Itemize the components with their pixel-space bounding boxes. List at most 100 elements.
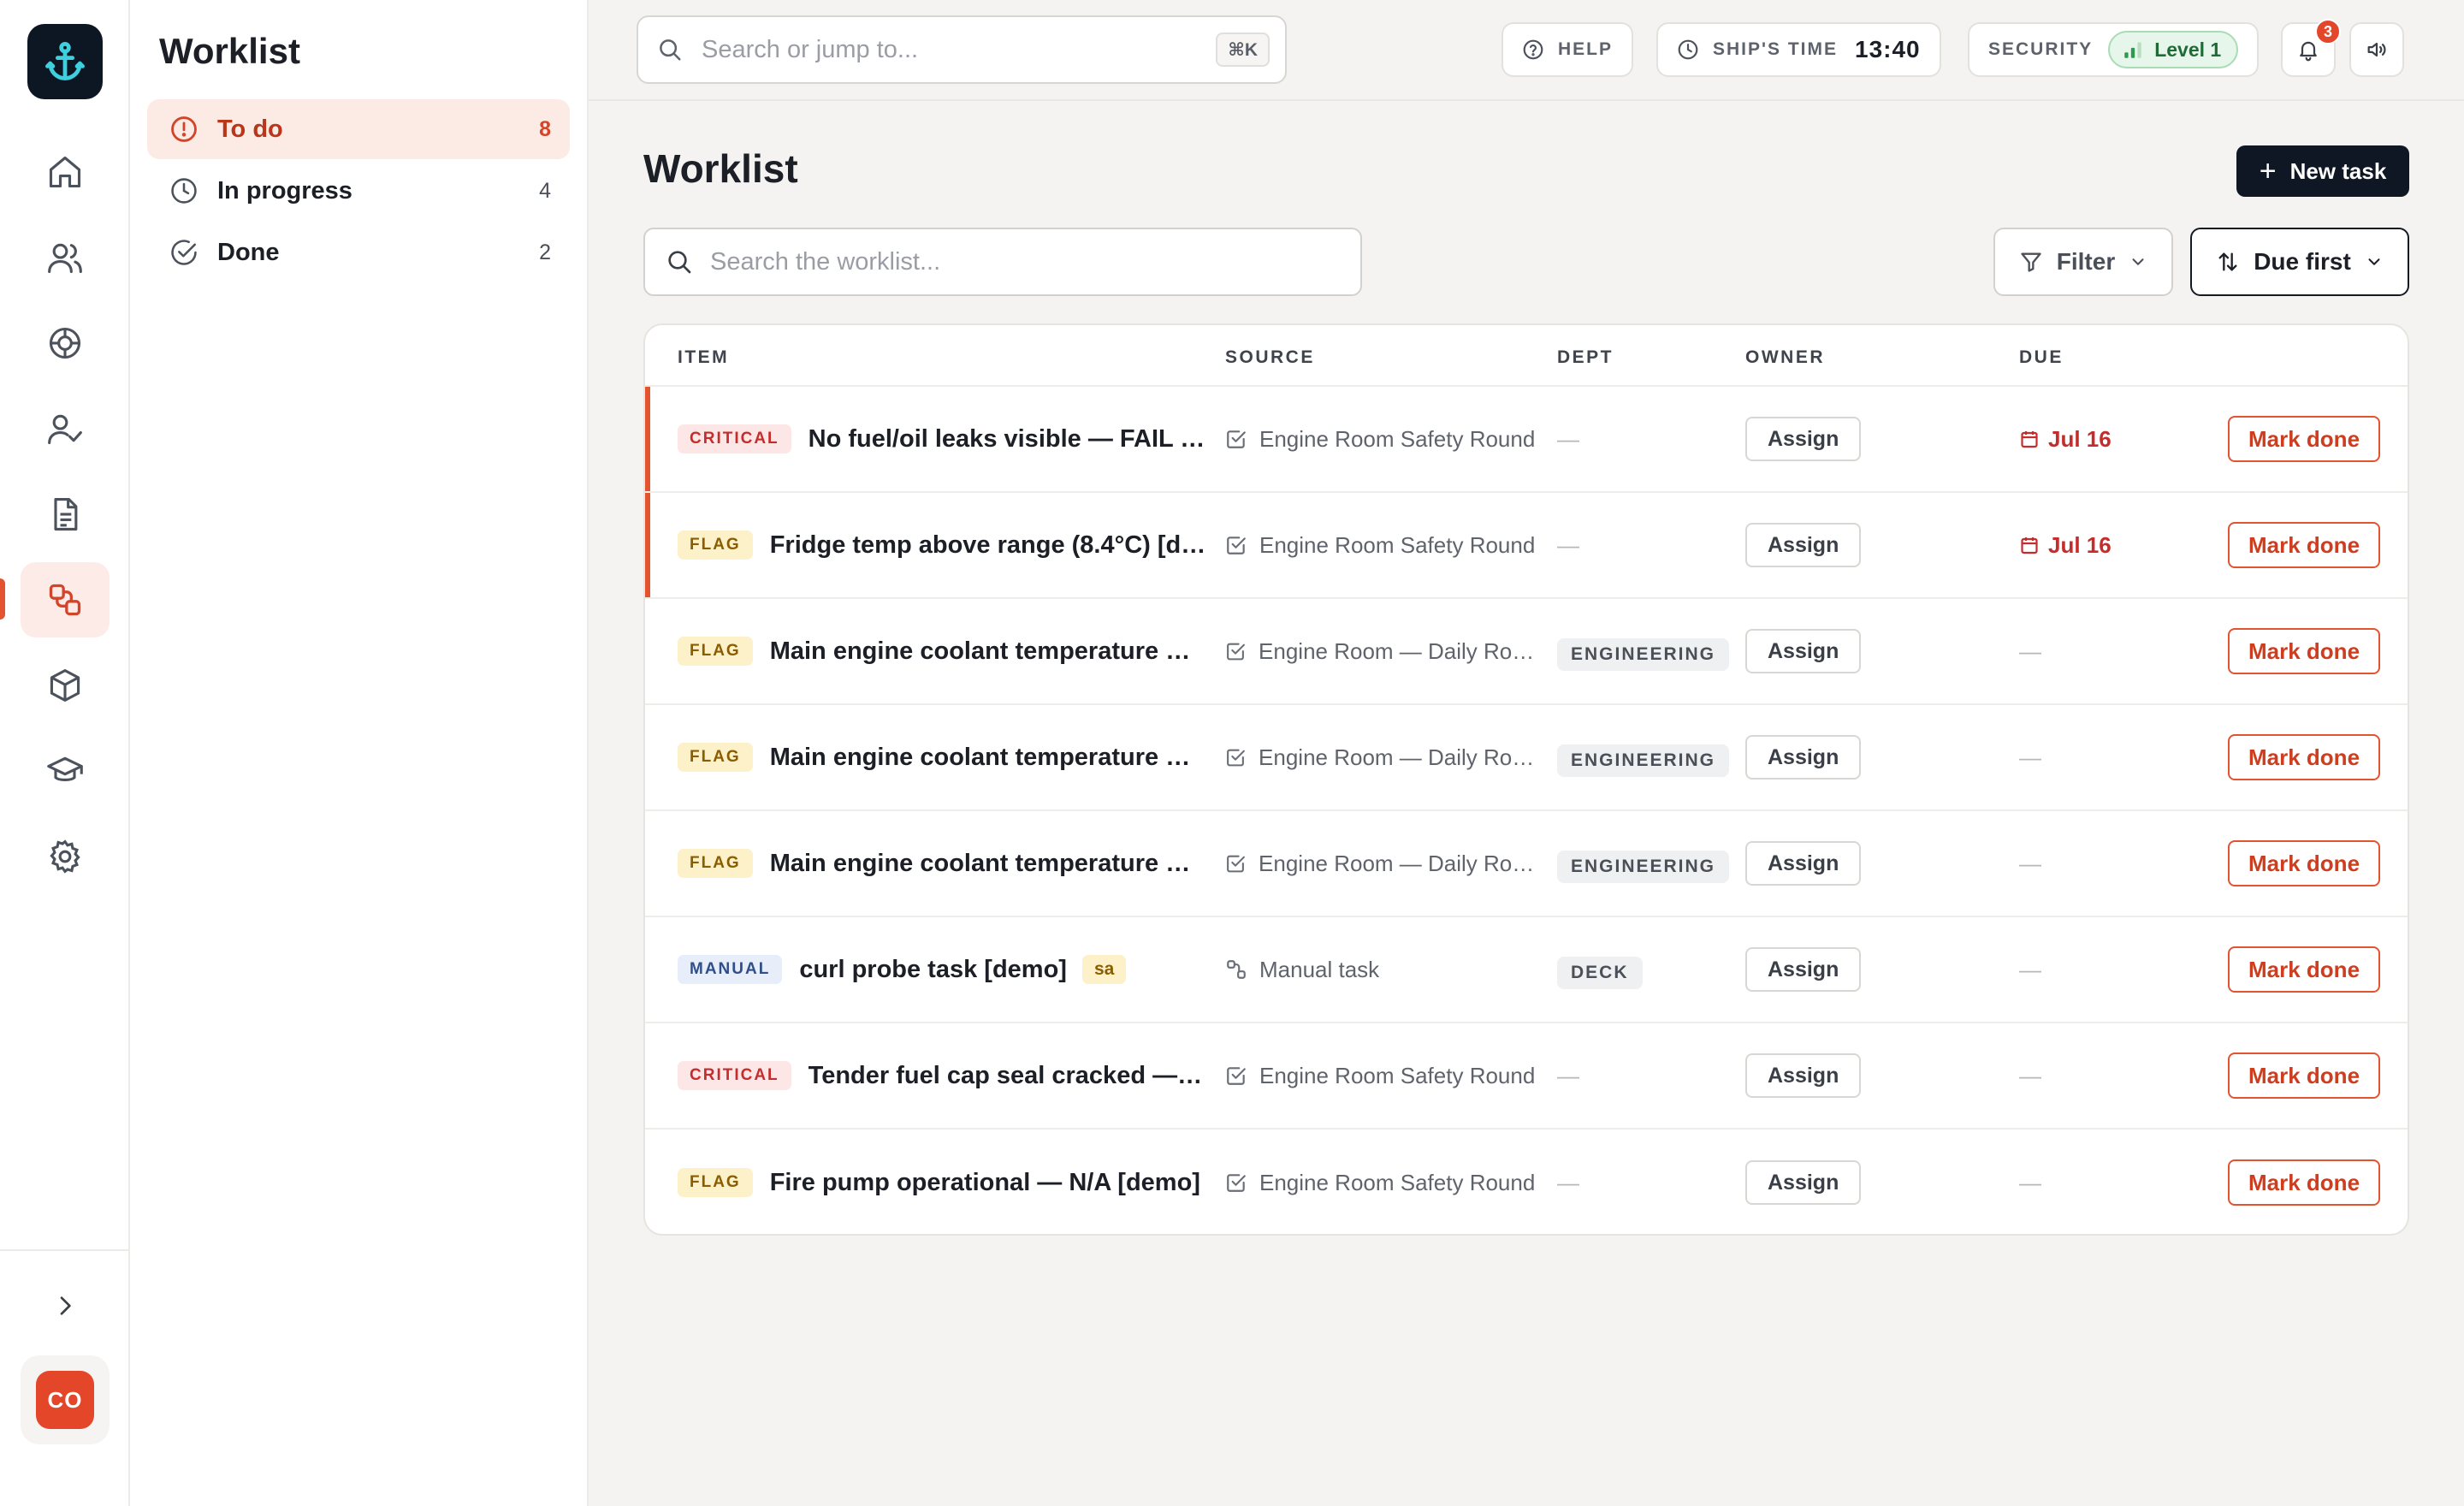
assign-button[interactable]: Assign [1745, 1053, 1862, 1098]
calendar-icon [2021, 537, 2038, 554]
sidebar-item-to-do[interactable]: To do 8 [147, 99, 570, 159]
worklist-sidebar: Worklist To do 8 In progress 4 Done 2 [130, 0, 589, 1506]
assign-button[interactable]: Assign [1745, 841, 1862, 886]
owner-cell: Assign [1745, 599, 1862, 703]
item-title[interactable]: No fuel/oil leaks visible — FAIL [demo] [808, 425, 1208, 454]
table-row[interactable]: FLAG Fire pump operational — N/A [demo] En… [645, 1130, 2408, 1234]
mark-done-button[interactable]: Mark done [2228, 628, 2381, 674]
source-cell[interactable]: Engine Room Safety Round [1225, 387, 1538, 491]
rail-safety[interactable] [21, 305, 110, 381]
worklist-search-input[interactable] [710, 247, 1340, 276]
dept-cell: — [1557, 1130, 1737, 1234]
global-search[interactable]: ⌘K [637, 15, 1287, 84]
item-title[interactable]: Main engine coolant temperature — high [… [770, 850, 1208, 878]
workflow-icon [49, 584, 81, 616]
sidebar-item-done[interactable]: Done 2 [147, 222, 570, 282]
sound-button[interactable] [2349, 22, 2404, 77]
dept-badge: DECK [1557, 957, 1643, 989]
security-status[interactable]: SECURITY Level 1 [1968, 22, 2260, 77]
dept-cell: — [1557, 1023, 1737, 1128]
table-row[interactable]: FLAG Main engine coolant temperature — hi… [645, 705, 2408, 811]
global-search-input[interactable] [702, 35, 1217, 64]
expand-sidebar-button[interactable] [38, 1285, 92, 1326]
rail-divider [0, 1249, 128, 1251]
sort-label: Due first [2254, 248, 2351, 275]
source-cell[interactable]: Engine Room — Daily Round [1225, 811, 1538, 916]
cube-icon [50, 669, 80, 702]
owner-cell: Assign [1745, 705, 1862, 809]
table-header: ITEM SOURCE DEPT OWNER DUE [645, 325, 2408, 387]
mark-done-button[interactable]: Mark done [2228, 840, 2381, 886]
table-row[interactable]: CRITICAL No fuel/oil leaks visible — FAIL… [645, 387, 2408, 493]
action-cell: Mark done [2228, 387, 2381, 491]
source-cell[interactable]: Manual task [1225, 917, 1538, 1022]
item-title[interactable]: Fire pump operational — N/A [demo] [770, 1169, 1200, 1197]
mark-done-button[interactable]: Mark done [2228, 522, 2381, 568]
table-row[interactable]: MANUAL curl probe task [demo] sa Manual tas… [645, 917, 2408, 1023]
action-cell: Mark done [2228, 599, 2381, 703]
source-cell[interactable]: Engine Room Safety Round [1225, 1023, 1538, 1128]
due-cell: — [2019, 1130, 2041, 1234]
item-title[interactable]: Tender fuel cap seal cracked — replace [… [808, 1062, 1208, 1090]
item-cell: CRITICAL No fuel/oil leaks visible — FAIL… [678, 387, 1208, 491]
item-cell: CRITICAL Tender fuel cap seal cracked — r… [678, 1023, 1208, 1128]
sidebar-item-in-progress[interactable]: In progress 4 [147, 161, 570, 221]
rail-worklist[interactable] [21, 562, 110, 637]
notifications-button[interactable]: 3 [2281, 19, 2341, 77]
top-bar: ⌘K HELP SHIP'S TIME 13:40 SECURITY Level… [589, 0, 2464, 101]
empty-value: — [2019, 1169, 2041, 1195]
assign-button[interactable]: Assign [1745, 417, 1862, 461]
table-row[interactable]: FLAG Main engine coolant temperature — hi… [645, 599, 2408, 705]
assign-button[interactable]: Assign [1745, 947, 1862, 992]
rail-training[interactable] [21, 733, 110, 809]
item-title[interactable]: Fridge temp above range (8.4°C) [demo] [770, 531, 1208, 560]
table-row[interactable]: CRITICAL Tender fuel cap seal cracked — r… [645, 1023, 2408, 1130]
rail-home[interactable] [21, 134, 110, 210]
mark-done-button[interactable]: Mark done [2228, 1052, 2381, 1099]
keyboard-shortcut: ⌘K [1216, 33, 1270, 67]
item-title[interactable]: Main engine coolant temperature — high [… [770, 637, 1208, 666]
rail-documents[interactable] [21, 477, 110, 552]
item-title[interactable]: curl probe task [demo] [799, 956, 1067, 984]
source-text: Engine Room — Daily Round [1259, 744, 1538, 770]
assign-button[interactable]: Assign [1745, 523, 1862, 567]
mark-done-button[interactable]: Mark done [2228, 416, 2381, 462]
new-task-button[interactable]: + New task [2236, 145, 2409, 197]
owner-cell: Assign [1745, 1023, 1862, 1128]
source-cell[interactable]: Engine Room Safety Round [1225, 493, 1538, 597]
filter-button[interactable]: Filter [1993, 228, 2173, 296]
table-row[interactable]: FLAG Fridge temp above range (8.4°C) [dem… [645, 493, 2408, 599]
rail-inventory[interactable] [21, 648, 110, 723]
worklist-search[interactable] [643, 228, 1362, 296]
rail-assignments[interactable] [21, 391, 110, 466]
mark-done-button[interactable]: Mark done [2228, 946, 2381, 993]
mark-done-button[interactable]: Mark done [2228, 1159, 2381, 1206]
item-title[interactable]: Main engine coolant temperature — high [… [770, 744, 1208, 772]
rail-settings[interactable] [21, 819, 110, 894]
help-button[interactable]: HELP [1502, 22, 1634, 77]
source-cell[interactable]: Engine Room — Daily Round [1225, 599, 1538, 703]
source-text: Engine Room Safety Round [1259, 1169, 1536, 1195]
sort-dropdown[interactable]: Due first [2190, 228, 2409, 296]
sidebar-item-label: Done [217, 238, 280, 266]
mark-done-button[interactable]: Mark done [2228, 734, 2381, 780]
action-cell: Mark done [2228, 917, 2381, 1022]
anchor-logo-icon[interactable] [27, 24, 103, 99]
source-cell[interactable]: Engine Room — Daily Round [1225, 705, 1538, 809]
new-task-label: New task [2289, 157, 2387, 184]
checklist-icon [1227, 1067, 1246, 1085]
empty-value: — [2019, 744, 2041, 770]
assign-button[interactable]: Assign [1745, 629, 1862, 673]
search-icon [668, 251, 691, 274]
assign-button[interactable]: Assign [1745, 735, 1862, 780]
rail-crew[interactable] [21, 220, 110, 295]
user-chip: sa [1081, 955, 1127, 984]
source-cell[interactable]: Engine Room Safety Round [1225, 1130, 1538, 1234]
page-title: Worklist [643, 146, 798, 191]
user-menu[interactable]: CO [21, 1355, 110, 1444]
table-row[interactable]: FLAG Main engine coolant temperature — hi… [645, 811, 2408, 917]
assign-button[interactable]: Assign [1745, 1160, 1862, 1205]
owner-cell: Assign [1745, 1130, 1862, 1234]
funnel-icon [2021, 252, 2041, 272]
source-text: Engine Room — Daily Round [1259, 850, 1538, 876]
